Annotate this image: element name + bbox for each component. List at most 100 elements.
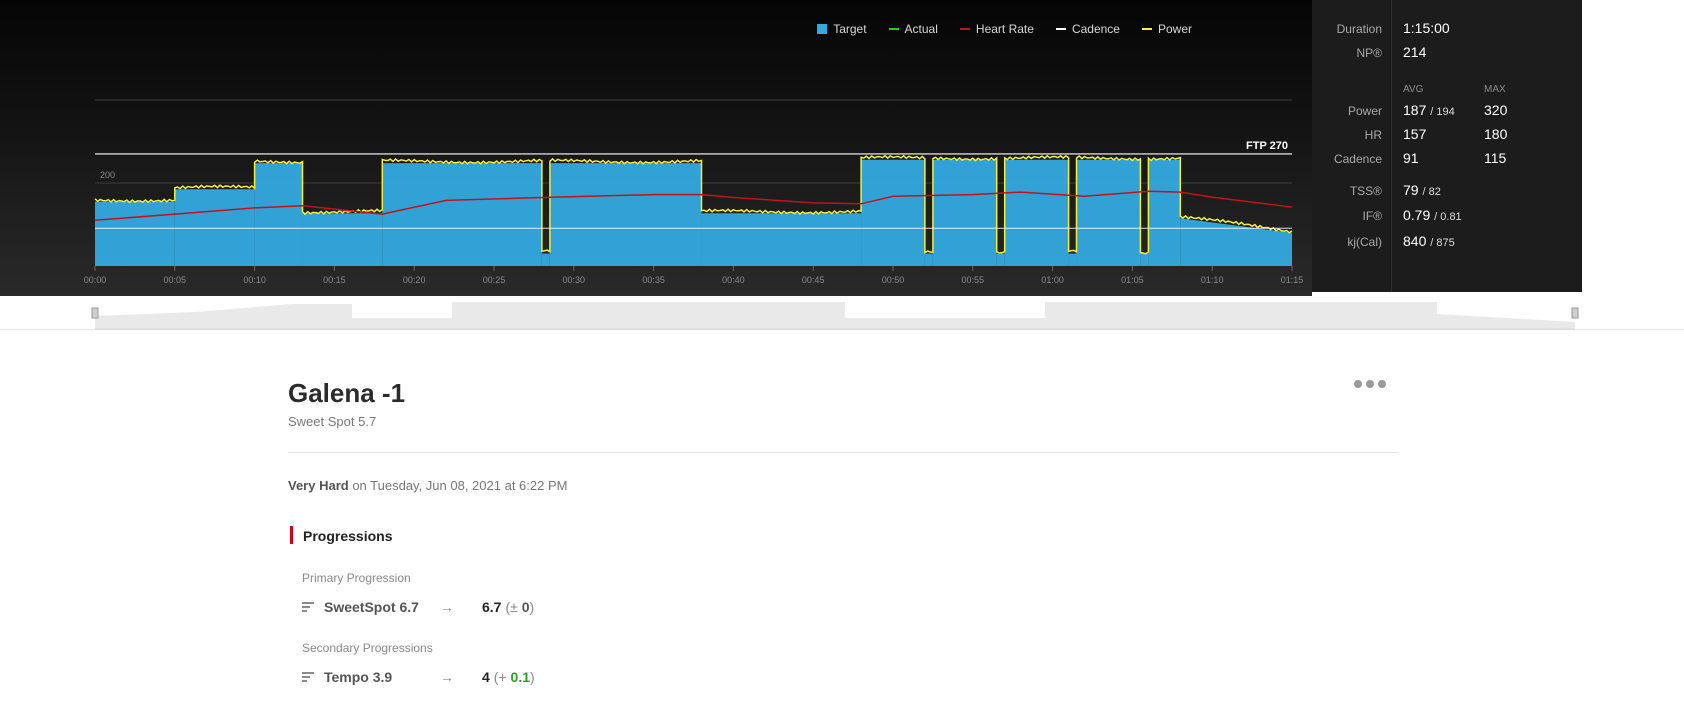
- legend-swatch-target: [817, 24, 828, 34]
- np-value: 214: [1403, 44, 1427, 60]
- scrubber-handle-right[interactable]: [1571, 307, 1579, 319]
- target-segment: [549, 163, 702, 266]
- hr-avg: 157: [1403, 126, 1427, 142]
- target-segment: [701, 213, 862, 266]
- x-tick-label: 00:00: [84, 275, 107, 285]
- kj-value-main: 840: [1403, 233, 1427, 249]
- target-segment: [541, 253, 550, 266]
- avg-column-head: AVG: [1403, 84, 1424, 95]
- cadence-max: 115: [1484, 150, 1507, 166]
- legend-label-power: Power: [1157, 22, 1192, 36]
- delta-value: 0.1: [510, 669, 531, 685]
- delta-sign: ±: [510, 599, 522, 615]
- cadence-label: Cadence: [1333, 152, 1382, 166]
- x-tick-label: 01:15: [1281, 275, 1304, 285]
- legend-item-heart-rate: Heart Rate: [959, 22, 1034, 36]
- primary-progression-new-value: 6.7: [482, 599, 502, 615]
- progressions-accent-bar: [290, 526, 293, 544]
- secondary-progression-row: Tempo 3.9 → 4 (+ 0.1): [302, 669, 535, 685]
- workout-chart-panel[interactable]: 200 FTP 270 00:00 00:05 00:10 00:15 00:20 00:25…: [0, 0, 1312, 296]
- hr-max: 180: [1484, 126, 1508, 142]
- x-tick-label: 00:10: [243, 275, 266, 285]
- target-segment: [924, 253, 933, 266]
- kj-value: 840 / 875: [1403, 233, 1455, 249]
- x-tick-label: 00:15: [323, 275, 346, 285]
- legend-swatch-heart-rate: [959, 28, 970, 30]
- ftp-label: FTP 270: [1246, 140, 1288, 152]
- chart-legend: Target Actual Heart Rate Cadence Power: [817, 22, 1192, 36]
- stats-divider: [1391, 0, 1392, 292]
- target-segment: [1180, 218, 1292, 266]
- more-dot-icon: [1366, 380, 1374, 388]
- delta-close: ): [529, 599, 535, 615]
- scrubber-minimap[interactable]: [0, 296, 1684, 330]
- x-tick-label: 00:30: [563, 275, 586, 285]
- tss-value-main: 79: [1403, 182, 1419, 198]
- kj-label: kj(Cal): [1347, 235, 1382, 249]
- max-column-head: MAX: [1484, 84, 1506, 95]
- secondary-progression-delta: (+ 0.1): [494, 669, 535, 685]
- y-tick-label-200: 200: [100, 170, 115, 180]
- legend-swatch-cadence: [1055, 28, 1066, 30]
- np-label: NP®: [1356, 46, 1382, 60]
- target-segment: [382, 163, 542, 266]
- x-tick-label: 00:40: [722, 275, 745, 285]
- primary-progression-row: SweetSpot 6.7 → 6.7 (± 0): [302, 599, 534, 615]
- workout-chart[interactable]: 200 FTP 270 00:00 00:05 00:10 00:15 00:20 00:25…: [0, 0, 1312, 296]
- secondary-progression-new-value: 4: [482, 669, 490, 685]
- secondary-progressions-label: Secondary Progressions: [302, 641, 433, 655]
- target-segment: [95, 201, 175, 266]
- tss-label: TSS®: [1349, 184, 1382, 198]
- x-tick-label: 01:00: [1041, 275, 1064, 285]
- x-tick-label: 00:45: [802, 275, 825, 285]
- target-segment: [1140, 253, 1149, 266]
- target-segment: [1148, 159, 1181, 266]
- x-tick-label: 00:35: [642, 275, 665, 285]
- more-options-button[interactable]: [1354, 380, 1386, 388]
- section-divider: [288, 452, 1398, 453]
- effort-line: Very Hard on Tuesday, Jun 08, 2021 at 6:…: [288, 478, 567, 493]
- if-value-sub: 0.81: [1440, 211, 1462, 223]
- power-avg: 187 / 194: [1403, 102, 1455, 118]
- level-bars-icon: [302, 670, 314, 684]
- arrow-right-icon: →: [440, 599, 454, 615]
- legend-swatch-actual: [888, 28, 899, 30]
- more-dot-icon: [1378, 380, 1386, 388]
- target-segment: [996, 253, 1005, 266]
- delta-value: 0: [521, 599, 530, 615]
- power-avg-sub: 194: [1436, 106, 1455, 118]
- legend-item-actual: Actual: [888, 22, 938, 36]
- tss-value-sub: 82: [1428, 186, 1441, 198]
- target-segment: [932, 159, 997, 266]
- primary-progression-name: SweetSpot 6.7: [324, 599, 419, 615]
- primary-progression-label: Primary Progression: [302, 571, 411, 585]
- target-segment: [1004, 159, 1069, 266]
- target-segment: [254, 163, 303, 266]
- x-tick-label: 00:55: [962, 275, 985, 285]
- x-tick-label: 00:20: [403, 275, 426, 285]
- workout-detail-page: 200 FTP 270 00:00 00:05 00:10 00:15 00:20 00:25…: [0, 0, 1684, 704]
- timeline-scrubber[interactable]: [0, 296, 1684, 330]
- power-label: Power: [1347, 104, 1382, 118]
- tss-value: 79 / 82: [1403, 182, 1441, 198]
- power-max: 320: [1484, 102, 1508, 118]
- target-segment: [1076, 159, 1141, 266]
- legend-label-heart-rate: Heart Rate: [975, 22, 1034, 36]
- if-label: IF®: [1362, 209, 1382, 223]
- delta-close: ): [530, 669, 535, 685]
- arrow-right-icon: →: [440, 669, 454, 685]
- target-segment: [861, 159, 925, 266]
- scrubber-profile: [95, 302, 1575, 329]
- x-tick-label: 00:25: [483, 275, 506, 285]
- target-segment: [302, 213, 383, 266]
- legend-label-actual: Actual: [904, 22, 938, 36]
- if-value: 0.79 / 0.81: [1403, 207, 1462, 223]
- kj-value-sub: 875: [1436, 237, 1455, 249]
- workout-stats-panel: Duration 1:15:00 NP® 214 AVG MAX Power 1…: [1312, 0, 1582, 292]
- x-tick-label: 01:10: [1201, 275, 1224, 285]
- scrubber-handle-left[interactable]: [91, 307, 99, 319]
- workout-date: on Tuesday, Jun 08, 2021 at 6:22 PM: [352, 478, 568, 493]
- power-avg-value: 187: [1403, 102, 1427, 118]
- duration-label: Duration: [1336, 22, 1382, 36]
- hr-label: HR: [1364, 128, 1382, 142]
